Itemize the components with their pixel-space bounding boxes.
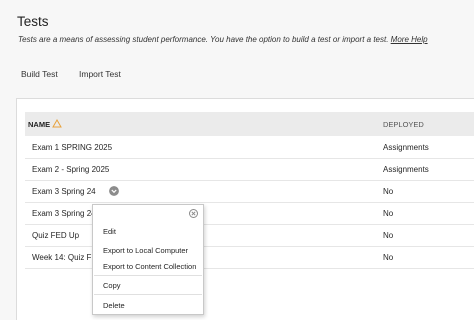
table-row: Exam 2 - Spring 2025 Assignments xyxy=(25,159,474,181)
test-name[interactable]: Quiz FED Up xyxy=(32,231,79,240)
sort-triangle-icon[interactable] xyxy=(52,119,62,128)
test-name[interactable]: Exam 2 - Spring 2025 xyxy=(32,165,109,174)
deployed-value: No xyxy=(383,209,394,218)
menu-divider xyxy=(94,275,202,276)
test-name[interactable]: Exam 1 SPRING 2025 xyxy=(32,143,112,152)
build-test-button[interactable]: Build Test xyxy=(21,69,58,79)
deployed-value: Assignments xyxy=(383,143,429,152)
deployed-value: No xyxy=(383,253,394,262)
more-help-link[interactable]: More Help xyxy=(391,35,428,44)
deployed-value: No xyxy=(383,231,394,240)
test-name[interactable]: Exam 3 Spring 24( xyxy=(32,209,98,218)
column-header-deployed[interactable]: DEPLOYED xyxy=(383,120,424,129)
test-name[interactable]: Exam 3 Spring 24 xyxy=(32,187,96,196)
menu-item-edit[interactable]: Edit xyxy=(103,227,116,236)
deployed-value: No xyxy=(383,187,394,196)
menu-item-copy[interactable]: Copy xyxy=(103,281,121,290)
table-row: Exam 3 Spring 24 No xyxy=(25,181,474,203)
page-title: Tests xyxy=(17,14,49,29)
menu-item-delete[interactable]: Delete xyxy=(103,301,125,310)
close-icon[interactable] xyxy=(189,209,198,218)
page-description: Tests are a means of assessing student p… xyxy=(18,35,428,44)
column-header-name[interactable]: NAME xyxy=(28,120,50,129)
menu-item-export-content[interactable]: Export to Content Collection xyxy=(103,262,196,271)
action-bar: Build Test Import Test xyxy=(0,58,474,90)
menu-item-export-local[interactable]: Export to Local Computer xyxy=(103,246,188,255)
menu-divider xyxy=(94,294,202,295)
chevron-down-icon[interactable] xyxy=(109,186,119,196)
import-test-button[interactable]: Import Test xyxy=(79,69,121,79)
page-description-text: Tests are a means of assessing student p… xyxy=(18,35,389,44)
table-row: Exam 1 SPRING 2025 Assignments xyxy=(25,137,474,159)
context-menu: Edit Export to Local Computer Export to … xyxy=(92,204,204,315)
table-header: NAME DEPLOYED xyxy=(25,112,474,136)
deployed-value: Assignments xyxy=(383,165,429,174)
tests-table-panel: NAME DEPLOYED Exam 1 SPRING 2025 Assignm… xyxy=(16,98,474,320)
